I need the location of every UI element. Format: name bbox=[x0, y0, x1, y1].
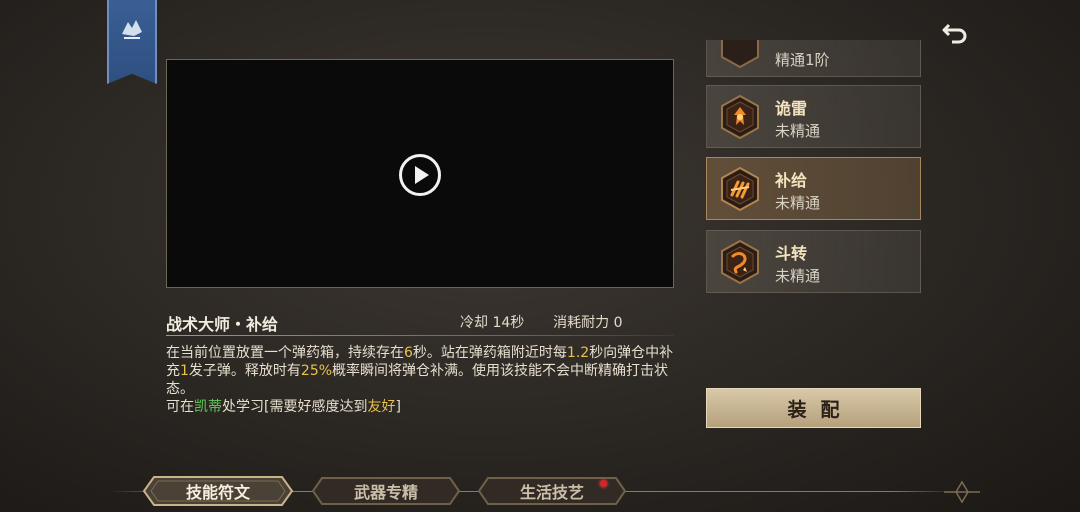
tab-skill-runes[interactable]: 技能符文 bbox=[142, 475, 294, 507]
supply-icon bbox=[721, 166, 759, 212]
back-arrow-icon[interactable] bbox=[940, 18, 970, 48]
equip-button-label: 装配 bbox=[787, 398, 854, 421]
learn-text: 可在 bbox=[166, 399, 194, 415]
npc-name: 凯蒂 bbox=[194, 399, 222, 415]
booby-trap-icon bbox=[721, 94, 759, 140]
winged-emblem-icon bbox=[122, 20, 142, 39]
skill-item-reversal[interactable]: 斗转 未精通 bbox=[706, 230, 921, 293]
stamina-cost-text: 消耗耐力 0 bbox=[553, 315, 623, 331]
desc-value: 1.2 bbox=[566, 345, 590, 361]
play-icon[interactable] bbox=[398, 153, 442, 197]
desc-text: 秒。站在弹药箱附近时每 bbox=[412, 345, 567, 361]
skill-video-preview[interactable] bbox=[166, 59, 674, 288]
tab-label: 技能符文 bbox=[185, 483, 250, 502]
skill-item-booby-trap[interactable]: 诡雷 未精通 bbox=[706, 85, 921, 148]
skill-status: 精通1阶 bbox=[775, 51, 830, 69]
skill-name: 诡雷 bbox=[775, 99, 808, 118]
skill-rune-icon bbox=[721, 40, 759, 69]
header-divider bbox=[166, 335, 674, 336]
guild-banner bbox=[107, 0, 157, 84]
skill-stats: 冷却 14秒 消耗耐力 0 bbox=[460, 312, 623, 332]
tab-life-skills[interactable]: 生活技艺 bbox=[476, 475, 628, 507]
learn-text: ] bbox=[395, 399, 401, 415]
tab-label: 生活技艺 bbox=[519, 483, 584, 502]
desc-value: 25% bbox=[300, 363, 333, 379]
notification-badge bbox=[600, 480, 607, 487]
tab-label: 武器专精 bbox=[353, 483, 418, 502]
skill-list[interactable]: 精通1阶 诡雷 未精通 补给 未精通 斗转 未精通 bbox=[706, 40, 922, 300]
skill-name: 斗转 bbox=[775, 244, 808, 263]
skill-status: 未精通 bbox=[775, 122, 821, 140]
ornament-icon bbox=[944, 480, 980, 504]
skill-status: 未精通 bbox=[775, 267, 821, 285]
reversal-icon bbox=[721, 239, 759, 285]
skill-status: 未精通 bbox=[775, 194, 821, 212]
desc-text: 发子弹。释放时有 bbox=[188, 363, 301, 379]
affinity-level: 友好 bbox=[367, 399, 396, 415]
tab-weapon-mastery[interactable]: 武器专精 bbox=[310, 475, 462, 507]
desc-text: 在当前位置放置一个弹药箱，持续存在 bbox=[166, 345, 404, 361]
skill-name: 补给 bbox=[775, 171, 808, 190]
cooldown-text: 冷却 14秒 bbox=[460, 315, 525, 331]
learn-text: 处学习[需要好感度达到 bbox=[222, 399, 368, 415]
skill-item-mastered[interactable]: 精通1阶 bbox=[706, 40, 921, 77]
skill-title: 战术大师・补给 bbox=[166, 315, 279, 334]
desc-value: 1 bbox=[180, 363, 189, 379]
desc-value: 6 bbox=[404, 345, 413, 361]
equip-button[interactable]: 装配 bbox=[706, 388, 921, 428]
skill-item-supply[interactable]: 补给 未精通 bbox=[706, 157, 921, 220]
skill-description: 在当前位置放置一个弹药箱，持续存在6秒。站在弹药箱附近时每1.2秒向弹仓中补充1… bbox=[166, 344, 678, 416]
skill-header: 战术大师・补给 冷却 14秒 消耗耐力 0 bbox=[166, 308, 674, 338]
